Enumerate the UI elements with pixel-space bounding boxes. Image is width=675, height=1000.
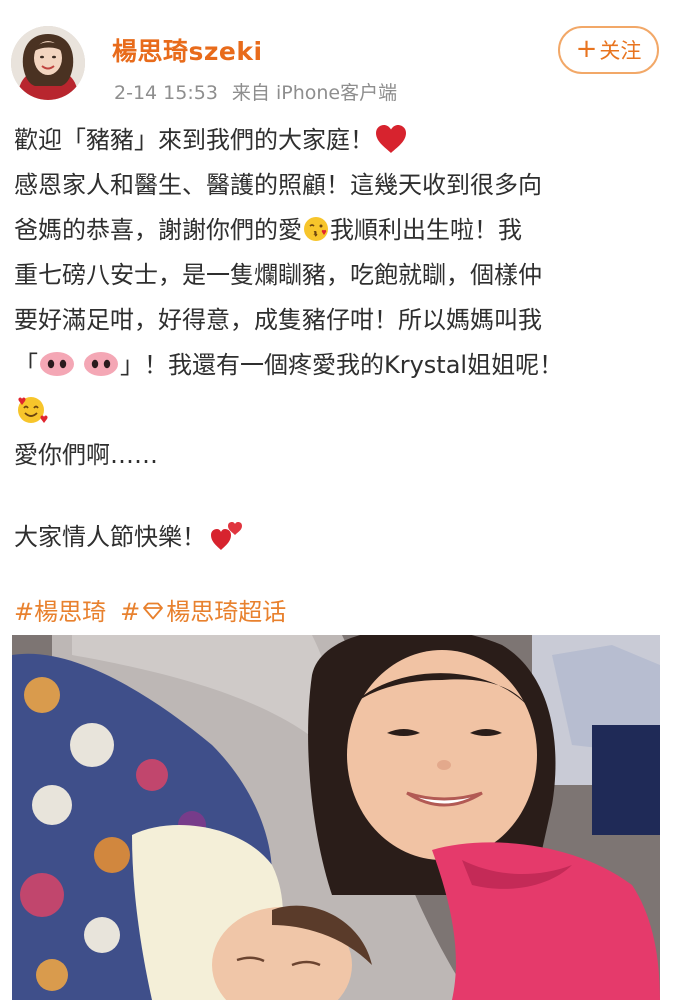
post-line: 歡迎「豬豬」來到我們的大家庭！ [14,118,664,163]
post-line: 重七磅八安士，是一隻爛瞓豬，吃飽就瞓，個樣仲 [14,261,542,289]
hashtag-row: #楊思琦 # 楊思琦超话 [14,592,286,627]
username[interactable]: 楊思琦szeki [112,32,263,68]
follow-label: 关注 [599,39,642,63]
post-line: 大家情人節快樂！ [14,515,664,560]
hashtag-link[interactable]: #楊思琦 [14,592,106,627]
photo-girl-and-newborn-baby [12,635,660,1000]
smiling-face-with-hearts-icon [14,393,48,425]
post-photo[interactable] [12,635,660,1000]
two-hearts-icon [210,520,244,552]
post-line: 爸媽的恭喜，謝謝你們的愛 我順利出生啦！我 [14,215,522,244]
post-line: 感恩家人和醫生、醫護的照顧！這幾天收到很多向 [14,171,542,199]
kissing-face-icon [302,215,330,243]
red-heart-icon [374,123,408,155]
post-header: 楊思琦szeki 2-14 15:53 来自 iPhone客户端 + 关注 [0,0,675,112]
plus-icon: + [575,33,598,64]
post-meta: 2-14 15:53 来自 iPhone客户端 [114,78,397,105]
avatar[interactable] [11,26,85,100]
post-line [14,388,664,433]
timestamp: 2-14 15:53 [114,82,218,104]
post-line: 「」！我還有一個疼愛我的Krystal姐姐呢！ [14,350,564,379]
post-source: 来自 iPhone客户端 [231,82,398,104]
weibo-post: 楊思琦szeki 2-14 15:53 来自 iPhone客户端 + 关注 歡迎「… [0,0,675,1000]
follow-button[interactable]: + 关注 [558,26,659,74]
post-line: 要好滿足咁，好得意，成隻豬仔咁！所以媽媽叫我 [14,306,542,334]
pig-nose-icon [38,350,76,378]
post-line: 愛你們啊…… [14,441,158,469]
diamond-icon [142,598,164,626]
post-text: 歡迎「豬豬」來到我們的大家庭！ 感恩家人和醫生、醫護的照顧！這幾天收到很多向 爸… [14,118,664,560]
supertopic-link[interactable]: # 楊思琦超话 [120,592,286,627]
pig-nose-icon [82,350,120,378]
avatar-icon [11,26,85,100]
